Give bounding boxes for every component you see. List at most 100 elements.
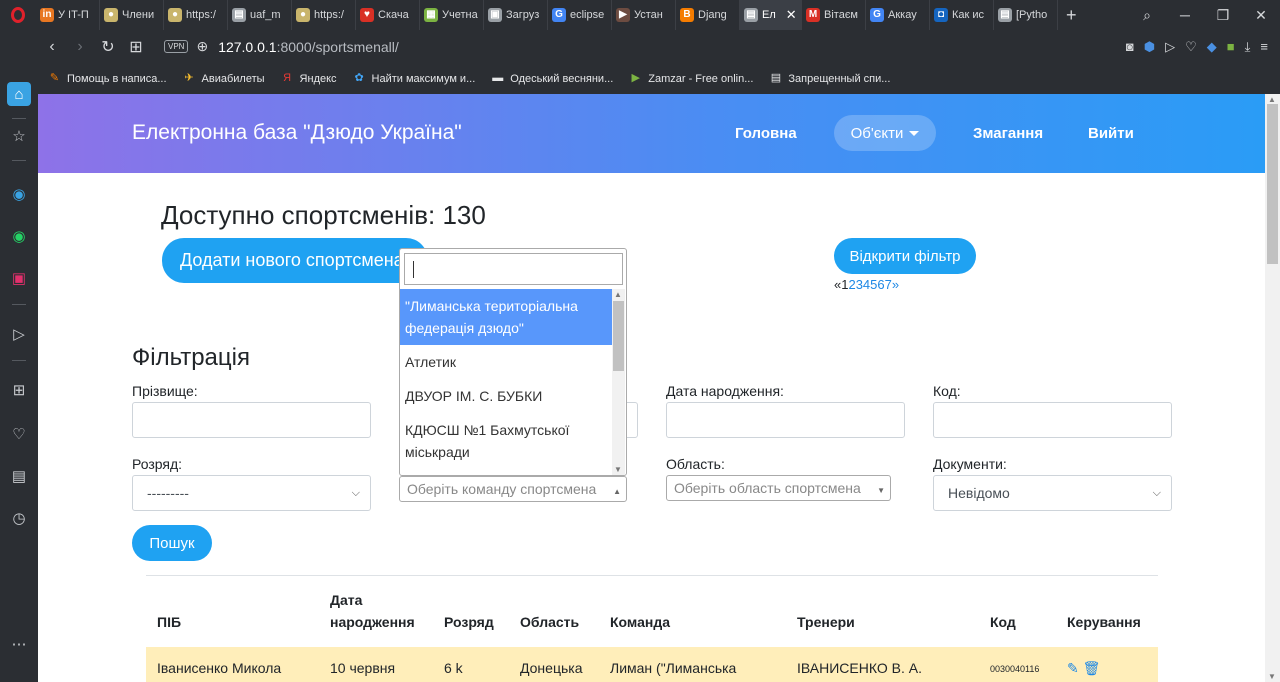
send-icon[interactable]: ▷ xyxy=(7,322,31,346)
team-options-list: "Лиманська територіальна федерація дзюдо… xyxy=(400,289,612,475)
scroll-down-icon[interactable]: ▼ xyxy=(1268,672,1276,681)
restore-icon[interactable]: ❐ xyxy=(1204,7,1242,24)
surname-input[interactable] xyxy=(132,402,371,438)
nav-logout[interactable]: Вийти xyxy=(1088,125,1134,142)
star-icon[interactable]: ☆ xyxy=(7,124,31,148)
camera-icon[interactable]: ◙ xyxy=(1126,39,1134,54)
browser-tab[interactable]: B Djang xyxy=(676,0,740,30)
extension-icon[interactable]: ■ xyxy=(1227,39,1235,54)
dropdown-scrollbar[interactable]: ▲ ▼ xyxy=(612,289,625,475)
opera-menu-icon[interactable] xyxy=(0,0,36,30)
bookmark-item[interactable]: ✎ Помощь в написа... xyxy=(48,72,167,85)
site-brand[interactable]: Електронна база "Дзюдо Україна" xyxy=(132,121,462,145)
surname-label: Прізвище: xyxy=(132,383,198,399)
tab-favicon-icon: ▤ xyxy=(232,8,246,22)
pager-next[interactable]: » xyxy=(892,277,899,292)
search-button[interactable]: Пошук xyxy=(132,525,212,561)
menu-icon[interactable]: ≡ xyxy=(1260,39,1268,54)
back-icon[interactable]: ‹ xyxy=(38,38,66,56)
search-tabs-icon[interactable]: ⌕ xyxy=(1128,7,1166,24)
nav-objects-dropdown[interactable]: Об'єкти xyxy=(834,115,936,151)
add-athlete-button[interactable]: Додати нового спортсмена xyxy=(162,238,428,283)
forward-icon[interactable]: › xyxy=(66,38,94,56)
bookmark-item[interactable]: Я Яндекс xyxy=(281,72,336,85)
scroll-up-icon[interactable]: ▲ xyxy=(614,290,622,299)
table-divider xyxy=(146,575,1158,576)
browser-tab[interactable]: ▤ Ел ✕ xyxy=(740,0,802,30)
heart-icon[interactable]: ♡ xyxy=(7,422,31,446)
tab-label: Как ис xyxy=(952,9,985,21)
col-header-code: Код xyxy=(990,614,1016,630)
trash-icon[interactable]: 🗑 xyxy=(1083,660,1101,676)
team-search-input[interactable] xyxy=(404,253,623,285)
browser-tab[interactable]: ● https:/ xyxy=(164,0,228,30)
region-select[interactable]: Оберіть область спортсмена ▼ xyxy=(666,475,891,501)
browser-tab[interactable]: ▤ [Pytho xyxy=(994,0,1058,30)
bookmark-item[interactable]: ▶ Zamzar - Free onlin... xyxy=(629,72,754,85)
minimize-icon[interactable]: ─ xyxy=(1166,7,1204,23)
nav-home[interactable]: Головна xyxy=(735,125,797,142)
browser-tab[interactable]: M Вітаєм xyxy=(802,0,866,30)
cell-team: Лиман ("Лиманська xyxy=(610,660,737,676)
vpn-badge[interactable]: VPN xyxy=(164,40,189,53)
browser-tab[interactable]: ▤ uaf_m xyxy=(228,0,292,30)
instagram-icon[interactable]: ▣ xyxy=(7,266,31,290)
speed-dial-icon[interactable]: ⊞ xyxy=(122,37,150,57)
home-icon[interactable]: ⌂ xyxy=(7,82,31,106)
documents-select[interactable]: Невідомо ⌵ xyxy=(933,475,1172,511)
more-icon[interactable]: ⋯ xyxy=(7,632,31,656)
close-tab-icon[interactable]: ✕ xyxy=(786,7,797,23)
tab-label: uaf_m xyxy=(250,9,281,21)
rank-select[interactable]: --------- ⌵ xyxy=(132,475,371,511)
team-option[interactable]: ДВУОР ІМ. С. БУБКИ xyxy=(400,379,612,413)
wallet-icon[interactable]: ◆ xyxy=(1207,39,1217,55)
download-icon[interactable]: ⤓ xyxy=(1245,39,1251,55)
edit-icon[interactable]: ✎ xyxy=(1067,660,1079,676)
team-option[interactable]: Атлетик xyxy=(400,345,612,379)
browser-tab[interactable]: ● Члени xyxy=(100,0,164,30)
nav-objects-label: Об'єкти xyxy=(850,124,904,142)
tab-favicon-icon: B xyxy=(680,8,694,22)
team-select[interactable]: Оберіть команду спортсмена ▲ xyxy=(399,476,627,502)
news-icon[interactable]: ▤ xyxy=(7,464,31,488)
browser-tab[interactable]: ▣ Загруз xyxy=(484,0,548,30)
bookmark-item[interactable]: ✿ Найти максимум и... xyxy=(353,72,475,85)
browser-tab[interactable]: G Аккау xyxy=(866,0,930,30)
page-scroll-thumb[interactable] xyxy=(1267,104,1278,264)
code-input[interactable] xyxy=(933,402,1172,438)
browser-tab[interactable]: ◘ Как ис xyxy=(930,0,994,30)
history-icon[interactable]: ◷ xyxy=(7,506,31,530)
browser-tab[interactable]: Geclipse xyxy=(548,0,612,30)
close-window-icon[interactable]: ✕ xyxy=(1242,7,1280,24)
new-tab-icon[interactable]: + xyxy=(1058,5,1085,26)
bookmark-item[interactable]: ✈ Авиабилеты xyxy=(183,72,264,85)
whatsapp-icon[interactable]: ◉ xyxy=(7,224,31,248)
scroll-thumb[interactable] xyxy=(613,301,624,371)
col-header-coaches: Тренери xyxy=(797,614,855,630)
open-filter-button[interactable]: Відкрити фільтр xyxy=(834,238,976,274)
scroll-down-icon[interactable]: ▼ xyxy=(614,465,622,474)
url-field[interactable]: 127.0.0.1:8000/sportsmenall/ xyxy=(218,39,399,55)
nav-competitions[interactable]: Змагання xyxy=(973,125,1043,142)
shield-icon[interactable]: ⬢ xyxy=(1144,39,1155,55)
bookmark-item[interactable]: ▬ Одеський весняни... xyxy=(491,72,613,85)
browser-tab[interactable]: ● https:/ xyxy=(292,0,356,30)
workspaces-icon[interactable]: ⊞ xyxy=(7,378,31,402)
pager-pages[interactable]: 234567 xyxy=(848,277,891,292)
tab-label: Учетна xyxy=(442,9,478,21)
page-scrollbar[interactable]: ▲ ▼ xyxy=(1265,94,1280,682)
browser-tab[interactable]: ▶ Устан xyxy=(612,0,676,30)
scroll-up-icon[interactable]: ▲ xyxy=(1268,95,1276,104)
browser-tab[interactable]: in У IT-П xyxy=(36,0,100,30)
send-icon[interactable]: ▷ xyxy=(1165,39,1175,55)
messenger-icon[interactable]: ◉ xyxy=(7,182,31,206)
reload-icon[interactable]: ↻ xyxy=(94,37,122,57)
bookmark-icon: ▶ xyxy=(631,72,640,84)
bookmark-item[interactable]: ▤ Запрещенный спи... xyxy=(769,72,891,85)
team-option[interactable]: "Лиманська територіальна федерація дзюдо… xyxy=(400,289,612,345)
birth-date-input[interactable] xyxy=(666,402,905,438)
browser-tab[interactable]: ▦ Учетна xyxy=(420,0,484,30)
team-option[interactable]: КДЮСШ №1 Бахмутської міськради xyxy=(400,413,612,469)
browser-tab[interactable]: ♥ Скача xyxy=(356,0,420,30)
heart-icon[interactable]: ♡ xyxy=(1185,39,1197,55)
